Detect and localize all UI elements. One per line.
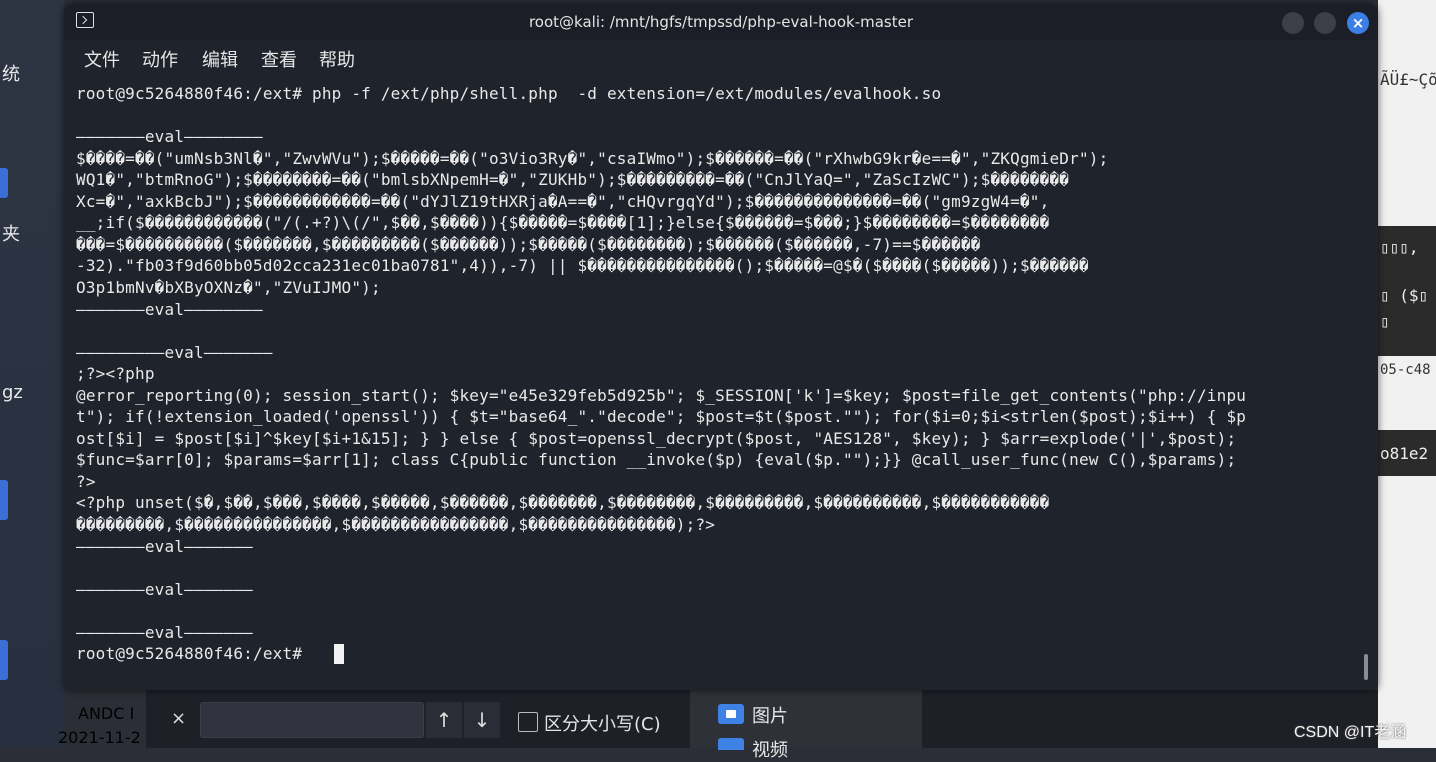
- case-sensitive-checkbox[interactable]: [518, 712, 538, 732]
- terminal-line: ———————eval———————: [76, 536, 253, 556]
- terminal-line: —————————eval———————: [76, 342, 273, 362]
- terminal-window: root@kali: /mnt/hgfs/tmpssd/php-eval-hoo…: [64, 4, 1378, 690]
- desktop-left-area: 统 夹 gz: [0, 0, 64, 748]
- scrollbar[interactable]: [1364, 654, 1368, 680]
- terminal-line: ———————eval———————: [76, 622, 253, 642]
- minimize-button[interactable]: [1282, 12, 1304, 34]
- desktop-label: gz: [2, 382, 23, 403]
- menu-bar: 文件 动作 编辑 查看 帮助: [64, 40, 1378, 74]
- terminal-cursor: [334, 644, 344, 665]
- window-title: root@kali: /mnt/hgfs/tmpssd/php-eval-hoo…: [528, 13, 914, 31]
- terminal-line: $����=��("umNsb3Nl�","ZwvWVu");$�����=��…: [76, 148, 1109, 168]
- terminal-line: -32)."fb03f9d60bb05d02cca231ec01ba0781",…: [76, 256, 1089, 276]
- background-text: ▯: [1380, 312, 1390, 331]
- terminal-line: <?php unset($�,$��,$���,$����,$�����,$��…: [76, 493, 1050, 513]
- terminal-line: ?>: [76, 471, 96, 491]
- background-text: 05-c48: [1380, 362, 1431, 378]
- terminal-line: ———————eval———————: [76, 579, 253, 599]
- desktop-label: 夹: [2, 224, 20, 245]
- terminal-line: ———————eval————————: [76, 127, 263, 147]
- menu-view[interactable]: 查看: [261, 46, 297, 72]
- terminal-line: ———————eval————————: [76, 299, 263, 319]
- desktop-date-label: 2021-11-2: [58, 728, 141, 747]
- terminal-line: O3p1bmNv�bXByOXNz�","ZVuIJMO");: [76, 277, 381, 297]
- folder-icon: [718, 704, 744, 724]
- terminal-line: $func=$arr[0]; $params=$arr[1]; class C{…: [76, 450, 1237, 470]
- maximize-button[interactable]: [1314, 12, 1336, 34]
- terminal-line: @error_reporting(0); session_start(); $k…: [76, 385, 1247, 405]
- menu-help[interactable]: 帮助: [319, 46, 355, 72]
- watermark: CSDN @IT老涵: [1294, 724, 1407, 741]
- terminal-line: WQ1�","btmRnoG");$��������=��("bmlsbXNpe…: [76, 170, 1070, 190]
- menu-edit[interactable]: 编辑: [202, 46, 238, 72]
- background-text: o81e2: [1380, 444, 1429, 463]
- case-sensitive-label: 区分大小写(C): [544, 714, 661, 735]
- background-text: ▯▯▯,: [1380, 238, 1419, 257]
- title-bar[interactable]: root@kali: /mnt/hgfs/tmpssd/php-eval-hoo…: [64, 4, 1378, 40]
- sidebar-item-videos[interactable]: 视频: [752, 736, 788, 762]
- close-icon[interactable]: ×: [171, 708, 186, 729]
- menu-action[interactable]: 动作: [142, 46, 178, 72]
- terminal-line: __;if($������������("/(.+?)\(/",$��,$���…: [76, 213, 1050, 233]
- menu-file[interactable]: 文件: [84, 46, 120, 72]
- background-text: ▯ ($▯: [1380, 286, 1429, 305]
- sidebar-item-pictures[interactable]: 图片: [752, 702, 788, 728]
- terminal-line: t"); if(!extension_loaded('openssl')) { …: [76, 407, 1247, 427]
- terminal-line: ost[$i] = $post[$i]^$key[$i+1&15]; } } e…: [76, 428, 1237, 448]
- background-text: ÃÜ£~Çõ: [1380, 70, 1436, 89]
- desktop-accent: [0, 480, 8, 520]
- terminal-line: Xc=�","axkBcbJ");$������������=��("dYJlZ…: [76, 191, 1050, 211]
- close-icon: ×: [1351, 14, 1365, 32]
- terminal-line: ;?><?php: [76, 364, 155, 384]
- arrow-up-icon[interactable]: ↑: [426, 702, 462, 738]
- terminal-line: root@9c5264880f46:/ext#: [76, 644, 312, 664]
- terminal-output[interactable]: root@9c5264880f46:/ext# php -f /ext/php/…: [76, 80, 1366, 680]
- terminal-line: ���������,$���������������,$������������…: [76, 515, 716, 534]
- desktop-accent: [0, 640, 8, 680]
- close-button[interactable]: ×: [1347, 12, 1369, 34]
- folder-icon: [718, 738, 744, 750]
- terminal-line: ���=$����������($�������,$���������($���…: [76, 234, 981, 254]
- arrow-down-icon[interactable]: ↓: [464, 702, 500, 738]
- desktop-date-label: ANDC I: [78, 704, 135, 723]
- desktop-label: 统: [2, 64, 20, 85]
- find-input[interactable]: [200, 702, 424, 738]
- background-window-right: ÃÜ£~Çõ ▯▯▯, ▯ ($▯ ▯ 05-c48 o81e2: [1378, 0, 1436, 748]
- desktop-accent: [0, 168, 8, 198]
- terminal-line: root@9c5264880f46:/ext# php -f /ext/php/…: [76, 84, 942, 103]
